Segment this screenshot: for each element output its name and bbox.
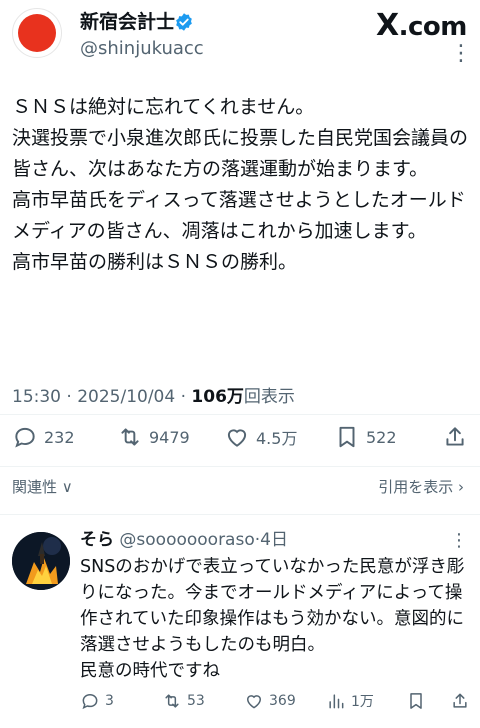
chevron-down-icon: ∨ [61, 478, 73, 496]
reply-sort-bar: 関連性 ∨ 引用を表示 › [0, 472, 480, 504]
reply-more-options-icon[interactable]: ⋮ [450, 530, 468, 551]
share-icon [446, 427, 464, 446]
reply-author-handle[interactable]: @soooooooraso [119, 530, 254, 550]
post-paragraph: 決選投票で小泉進次郎氏に投票した自民党国会議員の皆さん、次はあなた方の落選運動が… [12, 127, 469, 180]
author-handle[interactable]: @shinjukuacc [80, 38, 204, 60]
x-logo-icon: X [376, 8, 399, 43]
sort-relevance-label: 関連性 [12, 478, 58, 496]
reply-count: 232 [44, 427, 75, 447]
avatar[interactable] [12, 8, 62, 58]
reply-repost-count: 53 [187, 693, 205, 709]
repost-icon [165, 694, 179, 708]
repost-button[interactable]: 9479 [117, 420, 190, 454]
bonfire-avatar-image [12, 532, 70, 590]
divider [0, 514, 480, 515]
heart-icon [246, 695, 262, 709]
reply-time[interactable]: ·4日 [255, 530, 288, 550]
reply-views-button[interactable]: 1万 [326, 686, 374, 716]
bookmark-count: 522 [366, 427, 397, 447]
post-meta: 15:30 · 2025/10/04 · 106万回表示 [12, 382, 295, 407]
reply-button[interactable]: 232 [12, 420, 75, 454]
reply-share-button[interactable] [450, 686, 470, 716]
bookmark-icon [410, 693, 422, 709]
reply-bookmark-button[interactable] [406, 686, 426, 716]
post-actions: 232 9479 4.5万 522 [12, 420, 468, 454]
heart-icon [227, 429, 247, 447]
post-header: 新宿会計士 @shinjukuacc X.com ⋮ [0, 0, 480, 76]
bookmark-icon [339, 426, 355, 448]
verified-badge-icon [176, 13, 192, 31]
x-com-logo: X.com [376, 8, 467, 43]
analytics-icon [329, 694, 344, 709]
reply-text-line: SNSのおかげで表立っていなかった民意が浮き彫りになった。今までオールドメディア… [80, 557, 465, 655]
post-paragraph: 高市早苗の勝利はＳＮＳの勝利。 [12, 251, 298, 273]
view-quotes-label: 引用を表示 [378, 478, 454, 496]
like-count: 4.5万 [256, 429, 298, 448]
reply-repost-button[interactable]: 53 [162, 686, 205, 716]
more-options-icon[interactable]: ⋮ [450, 43, 472, 65]
reply-text-line: 民意の時代ですね [80, 661, 220, 681]
author-display-name[interactable]: 新宿会計士 [80, 10, 175, 34]
reply-author-name[interactable]: そら [80, 530, 114, 550]
sort-relevance-dropdown[interactable]: 関連性 ∨ [12, 476, 73, 497]
bookmark-button[interactable]: 522 [334, 420, 397, 454]
reply-item[interactable]: そら @soooooooraso·4日 ⋮ SNSのおかげで表立っていなかった民… [0, 520, 480, 728]
views-label: 回表示 [243, 387, 295, 407]
views-count: 106万 [191, 387, 244, 407]
like-button[interactable]: 4.5万 [224, 420, 297, 454]
reply-icon [15, 427, 35, 448]
view-quotes-link[interactable]: 引用を表示 › [378, 476, 464, 497]
share-button[interactable] [442, 420, 468, 454]
repost-count: 9479 [149, 427, 190, 447]
reply-header: そら @soooooooraso·4日 [80, 528, 288, 552]
share-icon [453, 693, 467, 708]
post-paragraph: ＳＮＳは絶対に忘れてくれません。 [12, 96, 315, 118]
reply-reply-count: 3 [105, 693, 114, 709]
reply-text: SNSのおかげで表立っていなかった民意が浮き彫りになった。今までオールドメディア… [80, 554, 474, 684]
divider [0, 466, 480, 467]
divider [0, 414, 480, 415]
post-text: ＳＮＳは絶対に忘れてくれません。 決選投票で小泉進次郎氏に投票した自民党国会議員… [12, 92, 474, 278]
reply-like-count: 369 [269, 693, 296, 709]
repost-icon [121, 428, 139, 446]
reply-avatar[interactable] [12, 532, 70, 590]
reply-like-button[interactable]: 369 [244, 686, 296, 716]
avatar-sun-logo [18, 14, 56, 52]
reply-views-count: 1万 [351, 694, 374, 710]
post-paragraph: 高市早苗氏をディスって落選させようとしたオールドメディアの皆さん、凋落はこれから… [12, 189, 466, 242]
x-com-suffix: .com [398, 12, 468, 42]
chevron-right-icon: › [458, 478, 464, 496]
reply-reply-button[interactable]: 3 [80, 686, 114, 716]
reply-actions: 3 53 369 1万 [80, 686, 476, 716]
reply-icon [82, 693, 98, 710]
post-timestamp[interactable]: 15:30 · 2025/10/04 · [12, 387, 191, 407]
